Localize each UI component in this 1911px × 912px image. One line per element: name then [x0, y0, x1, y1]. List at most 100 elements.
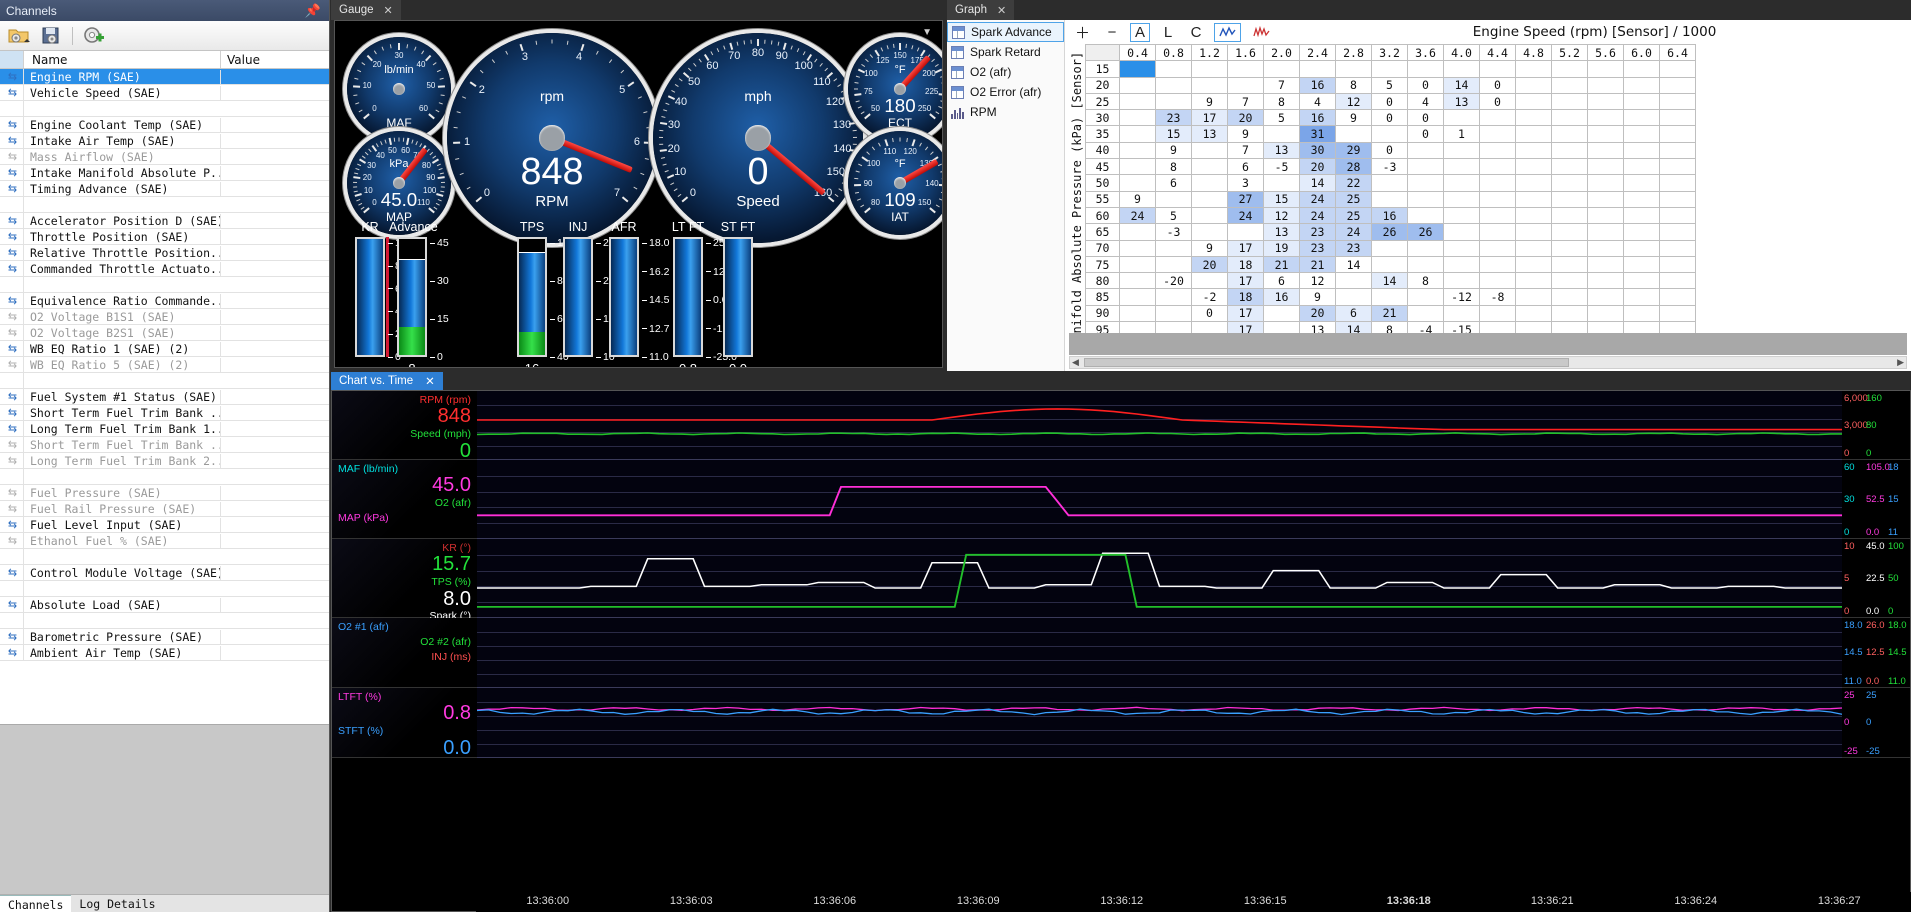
table-cell[interactable]	[1659, 272, 1696, 290]
channel-row[interactable]: ⇆ WB EQ Ratio 1 (SAE) (2)	[0, 340, 329, 357]
table-cell[interactable]	[1623, 272, 1660, 290]
table-cell[interactable]	[1551, 223, 1588, 241]
table-cell[interactable]	[1119, 272, 1156, 290]
table-cell[interactable]: 20	[1299, 158, 1336, 176]
table-cell[interactable]	[1407, 304, 1444, 323]
table-row-header[interactable]: 35	[1085, 125, 1120, 143]
table-cell[interactable]	[1587, 272, 1624, 290]
table-cell[interactable]: 9	[1191, 92, 1228, 111]
table-col-header[interactable]: 2.0	[1263, 44, 1300, 62]
table-col-header[interactable]: 3.6	[1407, 44, 1444, 62]
table-cell[interactable]: 16	[1371, 206, 1408, 225]
channel-row[interactable]: ⇆ Vehicle Speed (SAE)	[0, 84, 329, 101]
table-cell[interactable]: -12	[1443, 288, 1480, 306]
table-cell[interactable]	[1479, 255, 1516, 274]
table-cell[interactable]	[1587, 174, 1624, 192]
table-viewport[interactable]: 0.4 0.8 1.2 1.6 2.0 2.4 2.8 3.2 3.6 4.0 4.4 4.8 5.2 5…	[1085, 44, 1907, 355]
table-cell[interactable]	[1191, 223, 1228, 241]
table-cell[interactable]	[1623, 206, 1660, 225]
column-value-header[interactable]: Value	[221, 51, 329, 68]
graph-item-o2-afr[interactable]: O2 (afr)	[947, 62, 1064, 82]
table-cell[interactable]	[1407, 158, 1444, 176]
table-cell[interactable]	[1659, 255, 1696, 274]
save-button[interactable]	[38, 24, 64, 48]
table-cell[interactable]	[1659, 239, 1696, 257]
table-cell[interactable]	[1119, 174, 1156, 192]
chart-plot-block[interactable]	[477, 539, 1842, 618]
table-cell[interactable]: 8	[1407, 272, 1444, 290]
table-cell[interactable]: 12	[1263, 206, 1300, 225]
table-cell[interactable]	[1443, 255, 1480, 274]
table-col-header[interactable]: 0.8	[1155, 44, 1192, 62]
channels-tabbar[interactable]: Channels Log Details	[0, 894, 329, 912]
table-cell[interactable]: 29	[1335, 141, 1372, 160]
table-cell[interactable]: 9	[1119, 190, 1156, 208]
channel-row[interactable]: ⇆ O2 Voltage B1S1 (SAE)	[0, 308, 329, 325]
chevron-down-icon[interactable]: ▼	[922, 27, 932, 38]
table-cell[interactable]	[1191, 141, 1228, 160]
table-cell[interactable]: 7	[1227, 141, 1264, 160]
table-cell[interactable]: 26	[1371, 223, 1408, 241]
channel-row[interactable]: ⇆ Intake Manifold Absolute P...	[0, 164, 329, 181]
table-cell[interactable]	[1479, 239, 1516, 257]
table-cell[interactable]: 13	[1443, 92, 1480, 111]
table-cell[interactable]: 0	[1191, 304, 1228, 323]
channel-row[interactable]: ⇆ Fuel Level Input (SAE)	[0, 516, 329, 533]
table-row[interactable]: 50 6 3 14 22	[1085, 174, 1696, 192]
multi-line-chart-icon[interactable]	[1249, 23, 1274, 42]
table-cell[interactable]: 0	[1371, 141, 1408, 160]
table-cell[interactable]	[1551, 272, 1588, 290]
table-row-header[interactable]: 60	[1085, 206, 1120, 225]
table-cell[interactable]	[1587, 60, 1624, 78]
table-cell[interactable]	[1515, 304, 1552, 323]
channel-row[interactable]: ⇆ Fuel Rail Pressure (SAE)	[0, 500, 329, 517]
table-cell[interactable]: 20	[1299, 304, 1336, 323]
table-cell[interactable]: -3	[1371, 158, 1408, 176]
table-cell[interactable]	[1515, 272, 1552, 290]
table-cell[interactable]	[1623, 239, 1660, 257]
table-row[interactable]: 35 15 13 9 31 0 1	[1085, 125, 1696, 143]
table-cell[interactable]	[1623, 223, 1660, 241]
channel-row[interactable]: ⇆ Ambient Air Temp (SAE)	[0, 644, 329, 661]
table-cell[interactable]	[1119, 288, 1156, 306]
table-cell[interactable]	[1119, 304, 1156, 323]
graph-item-rpm[interactable]: RPM	[947, 102, 1064, 122]
table-cell[interactable]	[1191, 272, 1228, 290]
table-cell[interactable]	[1515, 190, 1552, 208]
table-cell[interactable]	[1515, 60, 1552, 78]
scroll-right-arrow[interactable]: ▶	[1897, 357, 1906, 368]
table-cell[interactable]	[1119, 255, 1156, 274]
close-icon[interactable]: ✕	[997, 4, 1006, 17]
table-cell[interactable]	[1191, 60, 1228, 78]
table-cell[interactable]: 17	[1191, 109, 1228, 127]
table-cell[interactable]	[1443, 158, 1480, 176]
table-cell[interactable]	[1479, 125, 1516, 143]
chart-plot-block[interactable]	[477, 460, 1842, 539]
table-cell[interactable]	[1155, 304, 1192, 323]
table-cell[interactable]	[1587, 206, 1624, 225]
table-cell[interactable]	[1479, 223, 1516, 241]
table-cell[interactable]	[1191, 174, 1228, 192]
graph-item-o2-error-afr[interactable]: O2 Error (afr)	[947, 82, 1064, 102]
table-cell[interactable]	[1587, 76, 1624, 94]
table-cell[interactable]	[1587, 141, 1624, 160]
table-cell[interactable]: 14	[1299, 174, 1336, 192]
table-cell[interactable]	[1623, 125, 1660, 143]
table-col-header[interactable]: 6.0	[1623, 44, 1660, 62]
table-cell[interactable]	[1551, 109, 1588, 127]
table-cell[interactable]	[1119, 109, 1156, 127]
table-cell[interactable]	[1551, 190, 1588, 208]
table-cell[interactable]	[1443, 272, 1480, 290]
table-cell[interactable]: 8	[1263, 92, 1300, 111]
table-cell[interactable]	[1119, 141, 1156, 160]
table-cell[interactable]: 13	[1263, 223, 1300, 241]
graph-item-spark-advance[interactable]: Spark Advance	[947, 22, 1064, 42]
table-row[interactable]: 45 8 6 -5 20 28 -3	[1085, 158, 1696, 176]
tab-gauge[interactable]: Gauge ✕	[331, 0, 401, 20]
table-cell[interactable]	[1659, 141, 1696, 160]
channel-row[interactable]: ⇆ Ethanol Fuel % (SAE)	[0, 532, 329, 549]
table-cell[interactable]	[1587, 239, 1624, 257]
table-cell[interactable]	[1191, 158, 1228, 176]
table-cell[interactable]	[1407, 239, 1444, 257]
table-row-header[interactable]: 15	[1085, 60, 1120, 78]
